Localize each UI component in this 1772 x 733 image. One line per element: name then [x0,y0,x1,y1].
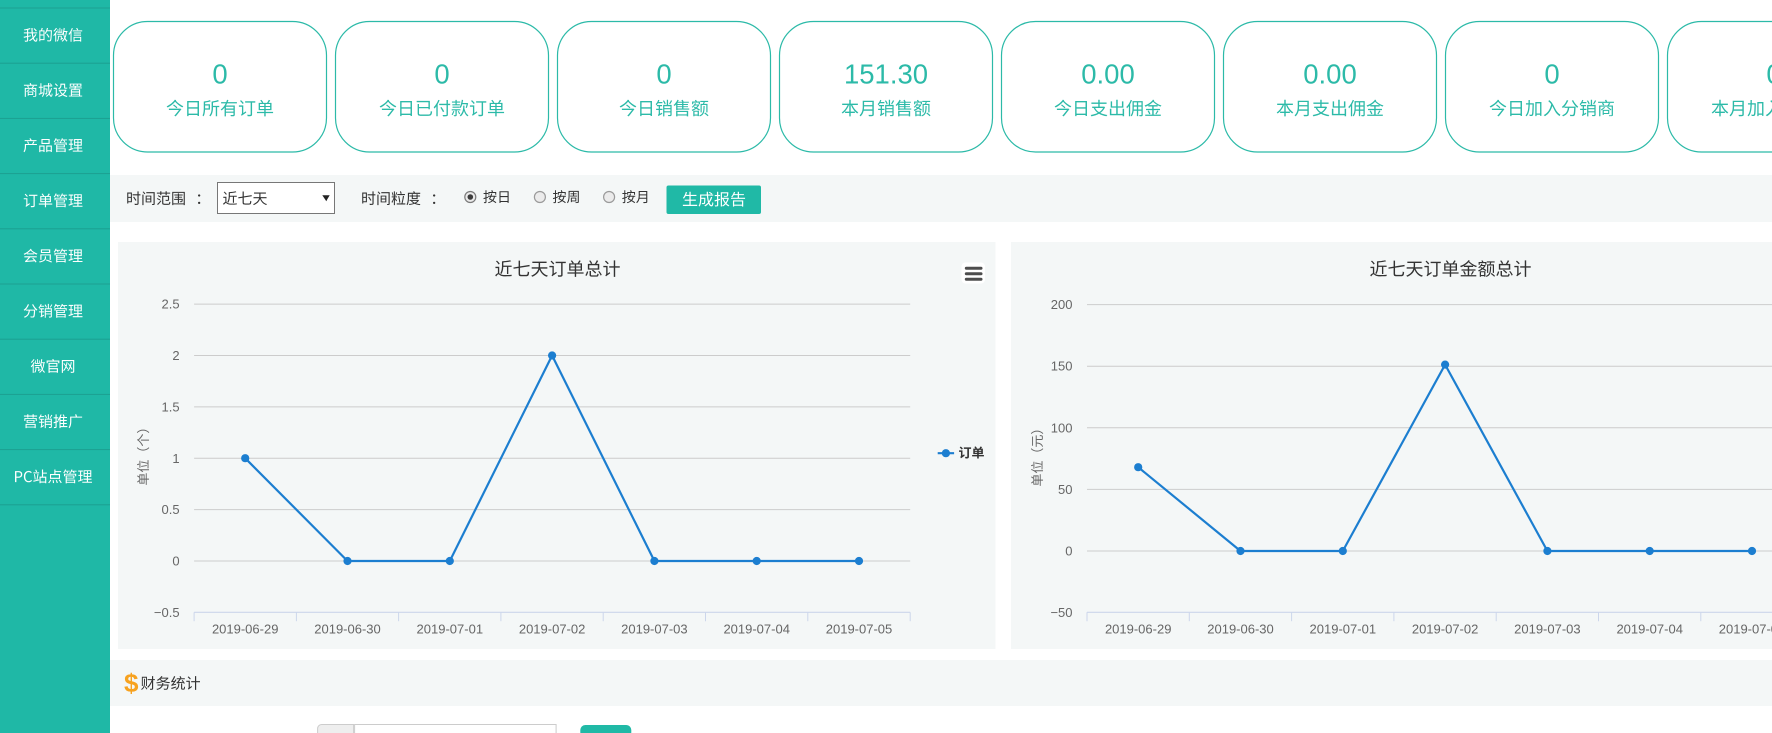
svg-text:2019-06-30: 2019-06-30 [314,622,381,637]
svg-text:2019-07-05: 2019-07-05 [1719,622,1772,637]
svg-text:0: 0 [656,59,671,90]
svg-text:0: 0 [1766,59,1772,90]
svg-text:2019-07-05: 2019-07-05 [826,622,893,637]
svg-text:151.30: 151.30 [844,59,928,90]
svg-text:2.5: 2.5 [162,297,180,312]
svg-text:2019-07-04: 2019-07-04 [1616,622,1683,637]
svg-text:50: 50 [1058,482,1072,497]
svg-text:2019-06-29: 2019-06-29 [212,622,279,637]
svg-text:2019-07-02: 2019-07-02 [519,622,586,637]
svg-text:−0.5: −0.5 [154,605,180,620]
svg-text:0: 0 [212,59,227,90]
svg-text:0.00: 0.00 [1081,59,1135,90]
svg-text:0.00: 0.00 [1303,59,1357,90]
svg-text:2019-07-01: 2019-07-01 [1310,622,1377,637]
svg-text:2019-07-04: 2019-07-04 [723,622,790,637]
svg-text:2019-07-03: 2019-07-03 [621,622,688,637]
svg-text:2019-07-01: 2019-07-01 [417,622,484,637]
svg-text:−50: −50 [1050,605,1072,620]
svg-text:1: 1 [172,451,179,466]
svg-text:$: $ [124,668,139,698]
svg-text:2019-07-02: 2019-07-02 [1412,622,1479,637]
svg-text:150: 150 [1051,359,1073,374]
svg-text:200: 200 [1051,297,1073,312]
svg-text:100: 100 [1051,420,1073,435]
svg-text:0: 0 [1544,59,1559,90]
svg-text:2019-07-03: 2019-07-03 [1514,622,1581,637]
svg-text:0.5: 0.5 [162,502,180,517]
svg-text:2019-06-30: 2019-06-30 [1207,622,1274,637]
svg-text:1.5: 1.5 [162,399,180,414]
svg-text:0: 0 [434,59,449,90]
svg-text:0: 0 [1065,544,1072,559]
svg-text:0: 0 [172,554,179,569]
svg-text:2: 2 [172,348,179,363]
svg-text:2019-06-29: 2019-06-29 [1105,622,1172,637]
